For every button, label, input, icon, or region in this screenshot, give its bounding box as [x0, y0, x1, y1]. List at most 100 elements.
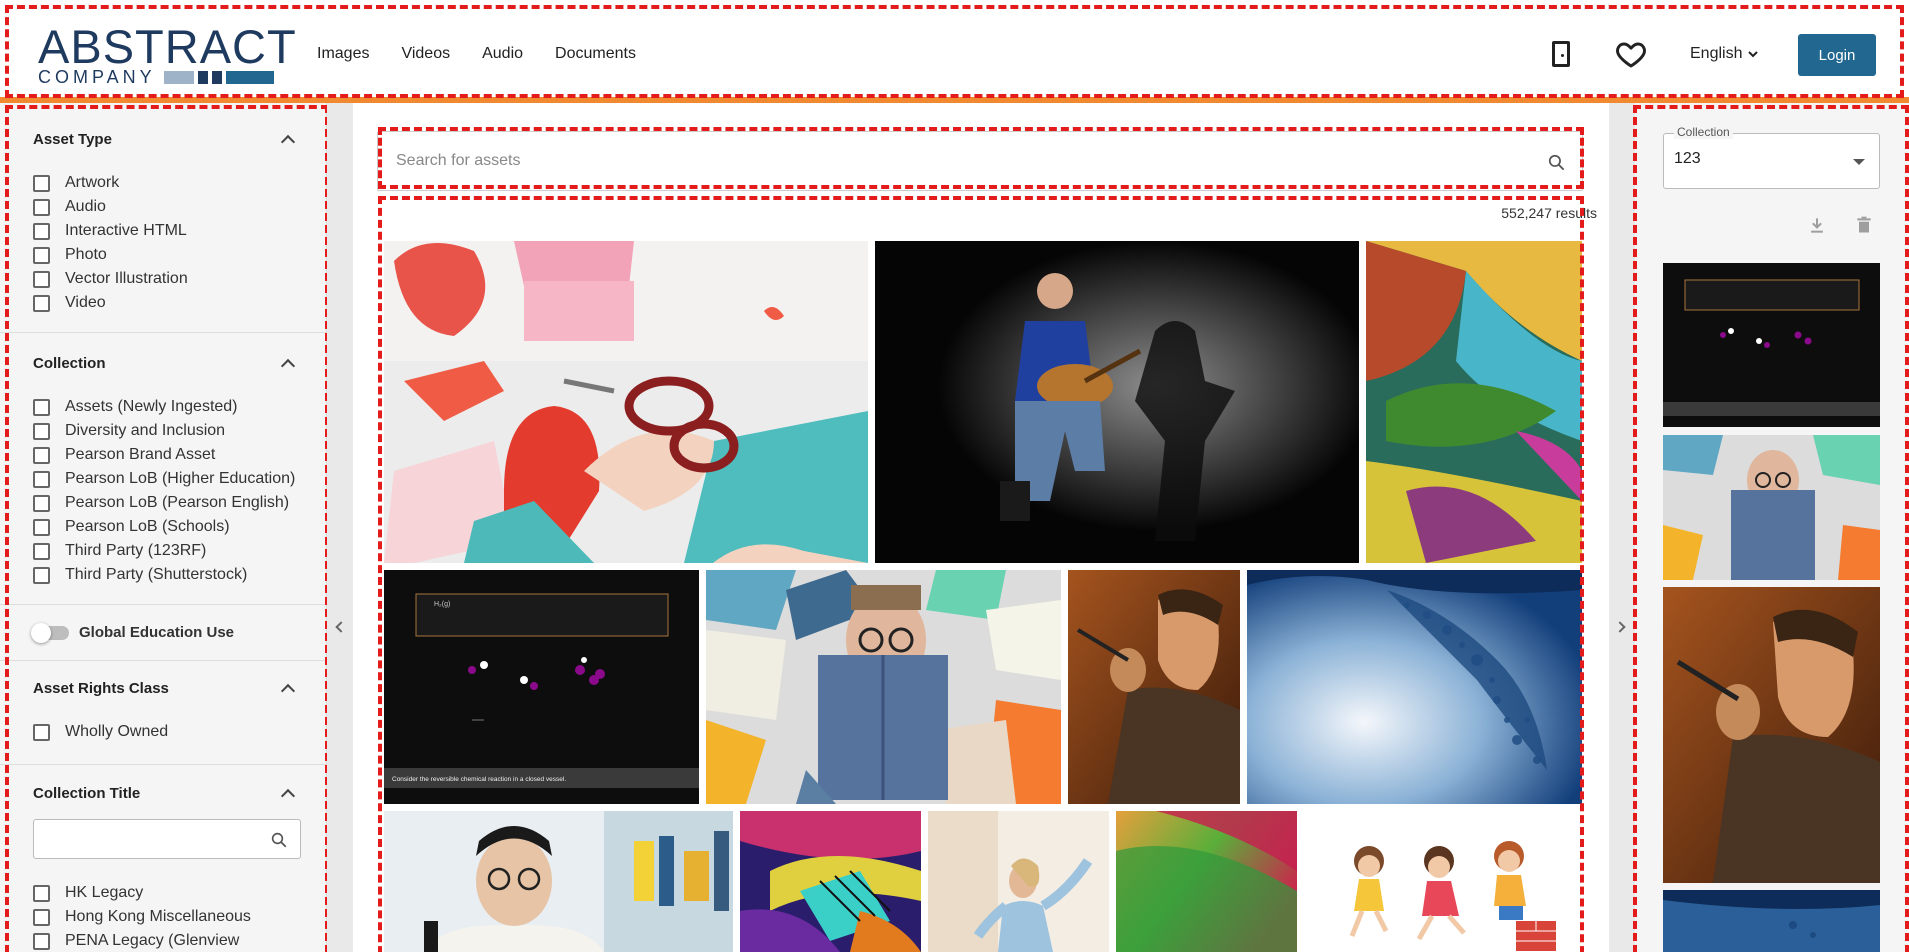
asset-type-filter: Asset Type Artwork Audio Interactive HTM…: [0, 103, 326, 333]
left-collapse-handle[interactable]: [327, 103, 353, 952]
door-icon[interactable]: [1552, 41, 1570, 67]
asset-type-option[interactable]: Interactive HTML: [33, 219, 188, 243]
download-icon[interactable]: [1807, 215, 1827, 235]
checkbox[interactable]: [33, 222, 50, 240]
logo-wordmark: ABSTRACT: [38, 20, 297, 73]
checkbox[interactable]: [33, 470, 50, 488]
checkbox[interactable]: [33, 270, 50, 288]
asset-type-option[interactable]: Artwork: [33, 171, 188, 195]
chevron-right-icon[interactable]: [1614, 621, 1626, 633]
asset-tile[interactable]: [1116, 811, 1297, 952]
language-selector[interactable]: English: [1690, 45, 1760, 63]
chevron-up-icon[interactable]: [280, 788, 296, 804]
collection-title-option[interactable]: HK Legacy: [33, 881, 251, 905]
collection-option[interactable]: Pearson Brand Asset: [33, 443, 295, 467]
checkbox[interactable]: [33, 422, 50, 440]
collection-title-option[interactable]: PENA Legacy (Glenview: [33, 929, 251, 952]
nav-documents[interactable]: Documents: [555, 45, 636, 63]
nav-audio[interactable]: Audio: [482, 45, 523, 63]
checkbox[interactable]: [33, 884, 50, 902]
checkbox[interactable]: [33, 174, 50, 192]
thumb-man-behind-book: [1663, 435, 1880, 580]
collection-title-search[interactable]: [33, 819, 301, 859]
collection-title-input[interactable]: [42, 830, 262, 846]
main-content: 552,247 results: [353, 103, 1609, 952]
toggle-switch[interactable]: [31, 622, 69, 643]
checkbox[interactable]: [33, 446, 50, 464]
asset-tile[interactable]: [1068, 570, 1240, 804]
asset-type-option[interactable]: Vector Illustration: [33, 267, 188, 291]
checkbox[interactable]: [33, 398, 50, 416]
global-education-toggle[interactable]: Global Education Use: [31, 622, 234, 643]
asset-rights-option[interactable]: Wholly Owned: [33, 720, 168, 744]
collection-option[interactable]: Pearson LoB (Pearson English): [33, 491, 295, 515]
collection-option[interactable]: Pearson LoB (Higher Education): [33, 467, 295, 491]
checkbox[interactable]: [33, 494, 50, 512]
checkbox[interactable]: [33, 542, 50, 560]
collection-option[interactable]: Assets (Newly Ingested): [33, 395, 295, 419]
nav-videos[interactable]: Videos: [401, 45, 450, 63]
chevron-down-icon: [1748, 51, 1759, 58]
collection-title-option[interactable]: Hong Kong Miscellaneous: [33, 905, 251, 929]
asset-tile[interactable]: [928, 811, 1109, 952]
collection-option[interactable]: Pearson LoB (Schools): [33, 515, 295, 539]
checkbox[interactable]: [33, 723, 50, 741]
checkbox[interactable]: [33, 932, 50, 950]
option-label: Video: [65, 294, 106, 311]
option-label: Artwork: [65, 174, 120, 191]
asset-tile[interactable]: [384, 241, 868, 563]
collection-thumb[interactable]: [1663, 263, 1880, 427]
image-children-running: [1304, 811, 1582, 952]
image-crystal-micrograph: [740, 811, 921, 952]
collection-thumb[interactable]: [1663, 890, 1880, 952]
asset-tile[interactable]: [875, 241, 1359, 563]
collection-select[interactable]: Collection 123: [1663, 125, 1880, 189]
chem-caption: Consider the reversible chemical reactio…: [392, 776, 566, 783]
right-collapse-handle[interactable]: [1609, 103, 1635, 952]
dropdown-arrow-icon[interactable]: [1853, 159, 1865, 165]
checkbox[interactable]: [33, 198, 50, 216]
chevron-left-icon[interactable]: [335, 621, 347, 633]
checkbox[interactable]: [33, 246, 50, 264]
login-button[interactable]: Login: [1798, 34, 1876, 76]
image-man-throwing-dart: [1068, 570, 1240, 804]
heart-icon[interactable]: [1614, 38, 1648, 70]
collection-thumb[interactable]: [1663, 587, 1880, 883]
collection-select-value: 123: [1674, 150, 1701, 167]
asset-tile[interactable]: [1366, 241, 1582, 563]
checkbox[interactable]: [33, 294, 50, 312]
chevron-up-icon[interactable]: [280, 134, 296, 150]
checkbox[interactable]: [33, 566, 50, 584]
asset-tile[interactable]: [706, 570, 1061, 804]
collection-option[interactable]: Diversity and Inclusion: [33, 419, 295, 443]
asset-tile[interactable]: [1247, 570, 1582, 804]
checkbox[interactable]: [33, 908, 50, 926]
collection-option[interactable]: Third Party (123RF): [33, 539, 295, 563]
option-label: Vector Illustration: [65, 270, 188, 287]
checkbox[interactable]: [33, 518, 50, 536]
nav-images[interactable]: Images: [317, 45, 369, 63]
asset-type-option[interactable]: Video: [33, 291, 188, 315]
asset-search-input[interactable]: [396, 152, 1516, 170]
search-icon[interactable]: [1547, 153, 1566, 172]
asset-tile[interactable]: [740, 811, 921, 952]
search-icon[interactable]: [270, 831, 288, 849]
asset-tile[interactable]: H₂(g) Consider the reversible chemical r…: [384, 570, 699, 804]
chevron-up-icon[interactable]: [280, 683, 296, 699]
image-chemistry-animation: H₂(g) Consider the reversible chemical r…: [384, 570, 699, 804]
asset-tile[interactable]: [1304, 811, 1582, 952]
thumb-man-throwing-dart: [1663, 587, 1880, 883]
asset-rights-filter: Asset Rights Class Wholly Owned: [0, 661, 326, 765]
asset-search-box[interactable]: [377, 131, 1583, 191]
image-man-behind-book: [706, 570, 1061, 804]
collection-thumb[interactable]: [1663, 435, 1880, 580]
asset-type-option[interactable]: Audio: [33, 195, 188, 219]
option-label: Pearson Brand Asset: [65, 446, 216, 463]
logo-subtext: COMPANY: [38, 67, 156, 87]
trash-icon[interactable]: [1854, 215, 1874, 235]
collection-option[interactable]: Third Party (Shutterstock): [33, 563, 295, 587]
asset-type-option[interactable]: Photo: [33, 243, 188, 267]
asset-tile[interactable]: [384, 811, 733, 952]
company-logo[interactable]: ABSTRACT COMPANY: [38, 20, 297, 87]
chevron-up-icon[interactable]: [280, 358, 296, 374]
